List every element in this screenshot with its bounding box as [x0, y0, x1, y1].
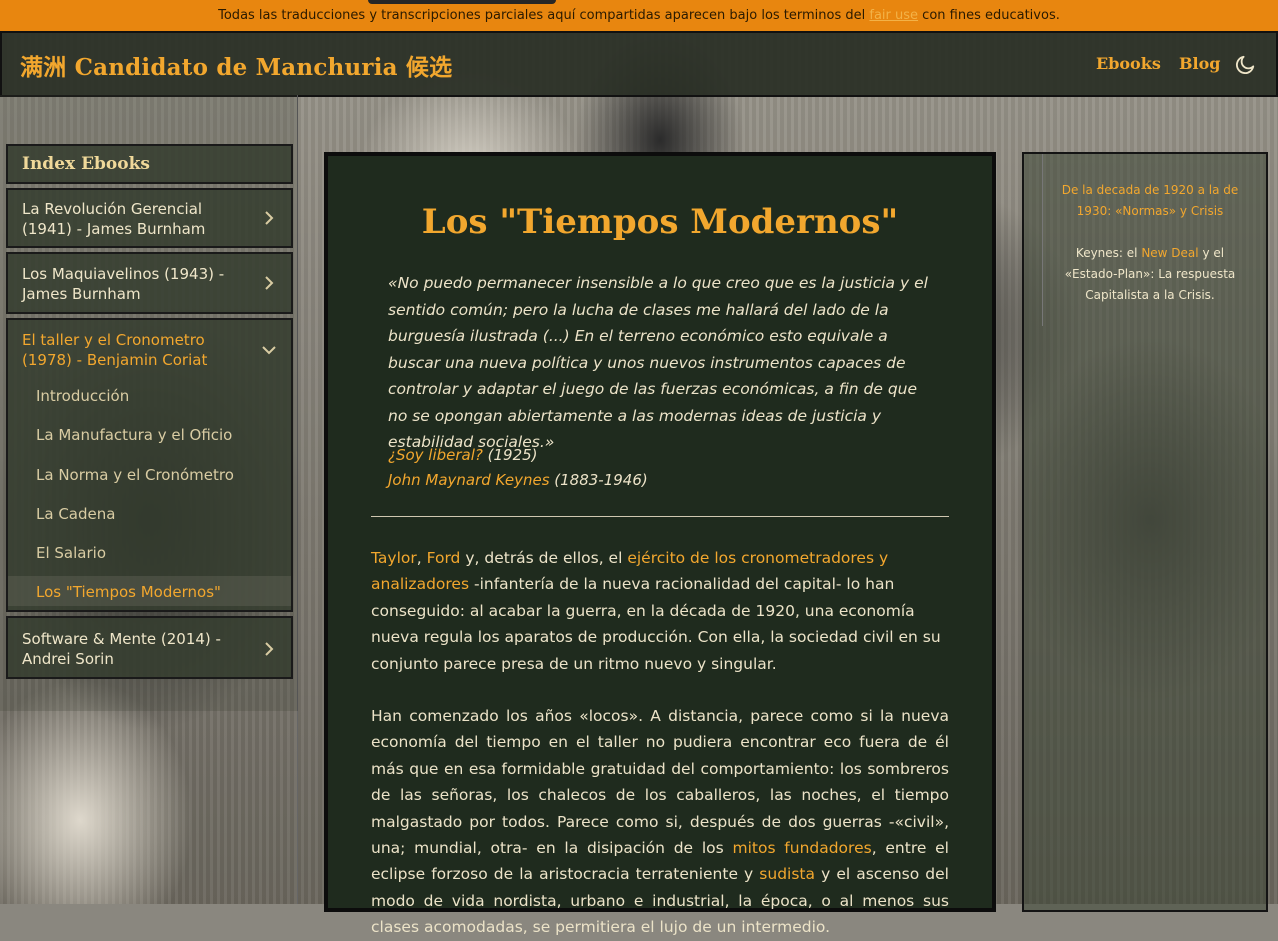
chapter-link[interactable]: La Manufactura y el Oficio [36, 426, 232, 444]
chevron-right-icon[interactable] [261, 275, 277, 291]
sidebar-ebook-maquiavelinos[interactable]: Los Maquiavelinos (1943) - James Burnham [6, 252, 293, 314]
sidebar: Index Ebooks La Revolución Gerencial (19… [0, 95, 298, 711]
quote-work-link[interactable]: ¿Soy liberal? [388, 446, 483, 464]
sidebar-lower-area [0, 711, 298, 904]
nav-link-ebooks[interactable]: Ebooks [1096, 54, 1161, 73]
text-span: , [416, 549, 427, 567]
chevron-right-icon[interactable] [261, 641, 277, 657]
paragraph-2: Han comenzado los años «locos». A distan… [371, 703, 949, 941]
toc-item-keynes[interactable]: Keynes: el New Deal y el «Estado-Plan»: … [1058, 243, 1242, 306]
fair-use-link[interactable]: fair use [869, 8, 918, 23]
chevron-down-icon[interactable] [261, 342, 277, 358]
quote-author-years: (1883-1946) [549, 471, 648, 489]
nav-link-blog[interactable]: Blog [1179, 54, 1220, 73]
paragraph-1: Taylor, Ford y, detrás de ellos, el ejér… [371, 545, 949, 677]
epigraph-quote: «No puedo permanecer insensible a lo que… [388, 274, 928, 451]
chevron-right-icon[interactable] [261, 210, 277, 226]
page-title: Los "Tiempos Modernos" [421, 202, 899, 242]
divider [371, 516, 949, 517]
ebook-label: Software & Mente (2014) - Andrei Sorin [22, 630, 221, 668]
link-mitos-fundadores[interactable]: mitos fundadores [732, 839, 871, 857]
quote-source: ¿Soy liberal? (1925) [388, 446, 538, 464]
notice-text-before: Todas las traducciones y transcripciones… [218, 8, 870, 23]
quote-author-link[interactable]: John Maynard Keynes [388, 471, 550, 489]
text-span: Han comenzado los años «locos». A distan… [371, 707, 949, 858]
chapter-link[interactable]: El Salario [36, 544, 106, 562]
ebook-label: La Revolución Gerencial (1941) - James B… [22, 200, 206, 238]
ebook-label: Los Maquiavelinos (1943) - James Burnham [22, 265, 225, 303]
link-ford[interactable]: Ford [427, 549, 461, 567]
sidebar-ebook-software[interactable]: Software & Mente (2014) - Andrei Sorin [6, 616, 293, 679]
link-sudista[interactable]: sudista [759, 865, 815, 883]
main-article: Los "Tiempos Modernos" «No puedo permane… [324, 152, 996, 936]
sidebar-ebook-revolucion[interactable]: La Revolución Gerencial (1941) - James B… [6, 188, 293, 248]
link-taylor[interactable]: Taylor [371, 549, 417, 567]
text-span: y, detrás de ellos, el [460, 549, 628, 567]
navbar: 满洲 Candidato de Manchuria 候选 Ebooks Blog [0, 31, 1278, 97]
fair-use-notice: Todas las traducciones y transcripciones… [0, 0, 1278, 31]
toc-text: Keynes: el [1075, 246, 1142, 260]
chapter-link-active[interactable]: Los "Tiempos Modernos" [36, 583, 221, 601]
chapter-link[interactable]: La Norma y el Cronómetro [36, 466, 234, 484]
notice-text-after: con fines educativos. [918, 8, 1060, 23]
quote-work-year: (1925) [482, 446, 538, 464]
sidebar-ebook-taller[interactable]: El taller y el Cronometro (1978) - Benja… [6, 318, 293, 612]
site-title[interactable]: 满洲 Candidato de Manchuria 候选 [20, 48, 452, 82]
index-title: Index Ebooks [22, 154, 150, 174]
toc-text: New Deal [1141, 246, 1199, 260]
notice-notch [368, 0, 556, 4]
ebook-label: El taller y el Cronometro (1978) - Benja… [22, 331, 208, 369]
quote-author: John Maynard Keynes (1883-1946) [388, 471, 648, 489]
chapter-link[interactable]: Introducción [36, 387, 129, 405]
toc-item-normas-crisis[interactable]: De la decada de 1920 a la de 1930: «Norm… [1058, 180, 1242, 222]
chapter-link[interactable]: La Cadena [36, 505, 115, 523]
moon-icon[interactable] [1234, 54, 1256, 76]
index-header: Index Ebooks [6, 144, 293, 184]
toc-line [1042, 154, 1043, 326]
table-of-contents: De la decada de 1920 a la de 1930: «Norm… [1022, 152, 1268, 912]
